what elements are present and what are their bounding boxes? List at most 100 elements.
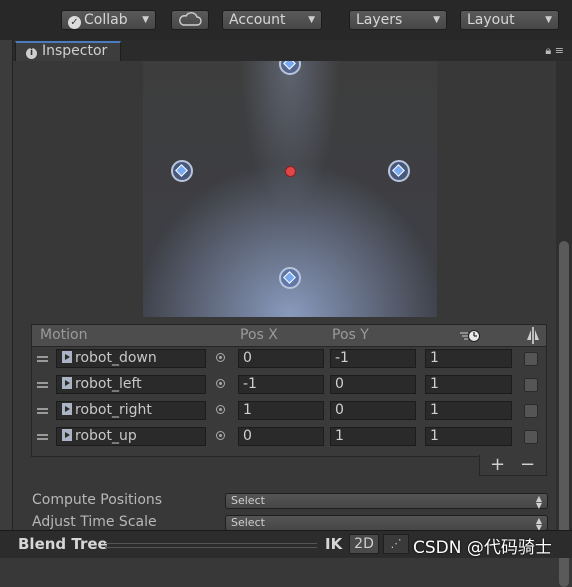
left-panel-edge [0,40,13,530]
list-add-remove: + − [479,455,547,476]
collab-label: Collab [84,12,128,28]
blend-tree-bottom-bar: Blend Tree IK 2D ⋰ CSDN @代码骑士 [0,530,572,558]
blend-node-right[interactable] [388,160,410,182]
compute-positions-label: Compute Positions [32,492,163,508]
updown-arrow-icon: ▲ ▼ [535,494,542,510]
pivot-icon: ⋰ [390,537,402,550]
blend-node-left[interactable] [171,160,193,182]
mirror-icon [526,327,540,344]
lock-icon[interactable]: 🔒︎ [545,44,551,57]
drag-handle-icon[interactable] [37,356,48,362]
pos-y-field[interactable]: 0 [330,401,416,420]
blend-node-down[interactable] [279,267,301,289]
dropdown-arrow-icon: ▼ [142,15,149,25]
account-dropdown[interactable]: Account ▼ [222,10,322,30]
pos-x-field[interactable]: 1 [238,401,324,420]
inspector-tab-bar: i Inspector 🔒︎ ≡ [13,40,572,61]
tab-inspector[interactable]: i Inspector [15,41,121,61]
pos-y-field[interactable]: 1 [330,427,416,446]
motion-name: robot_up [75,428,137,444]
layout-label: Layout [467,12,515,28]
motion-field[interactable]: robot_left [56,375,206,394]
header-pos-y: Pos Y [332,327,369,343]
account-label: Account [229,12,286,28]
watermark: CSDN @代码骑士 [413,538,552,558]
object-picker-icon[interactable] [216,405,225,414]
object-picker-icon[interactable] [216,431,225,440]
motion-field[interactable]: robot_up [56,427,206,446]
collab-dropdown[interactable]: ✓ Collab ▼ [61,10,156,30]
threshold-field[interactable]: 1 [425,349,512,368]
motion-list-header: Motion Pos X Pos Y [32,325,546,347]
diamond-icon [283,271,296,284]
pos-y-field[interactable]: -1 [330,349,416,368]
threshold-field[interactable]: 1 [425,427,512,446]
blend-influence-cone [240,61,340,211]
cloud-button[interactable] [171,10,209,30]
motion-list: Motion Pos X Pos Y robot_down 0 -1 1 rob… [31,324,547,457]
pos-y-field[interactable]: 0 [330,375,416,394]
diamond-icon [283,61,296,70]
table-row: robot_down 0 -1 1 [32,347,546,371]
table-row: robot_left -1 0 1 [32,373,546,397]
check-circle-icon: ✓ [68,16,81,29]
motion-field[interactable]: robot_right [56,401,206,420]
tab-menu[interactable]: 🔒︎ ≡ [545,44,564,58]
layout-dropdown[interactable]: Layout ▼ [460,10,559,30]
drag-handle-icon[interactable] [37,382,48,388]
mirror-checkbox[interactable] [524,352,538,366]
table-row: robot_right 1 0 1 [32,399,546,423]
2d-mode-toggle[interactable]: 2D [349,534,379,554]
animation-clip-icon [62,351,72,363]
animation-clip-icon [62,429,72,441]
drag-handle-icon[interactable] [37,434,48,440]
adjust-time-scale-value: Select [231,516,265,529]
mirror-checkbox[interactable] [524,378,538,392]
ik-toggle[interactable]: IK [325,535,342,553]
threshold-field[interactable]: 1 [425,401,512,420]
threshold-field[interactable]: 1 [425,375,512,394]
blend-space-graph[interactable] [143,61,437,317]
pos-x-field[interactable]: 0 [238,349,324,368]
object-picker-icon[interactable] [216,353,225,362]
remove-motion-button[interactable]: − [520,456,535,474]
blend-tree-title: Blend Tree [18,535,108,553]
motion-name: robot_right [75,402,152,418]
animation-clip-icon [62,403,72,415]
add-motion-button[interactable]: + [490,456,505,474]
info-icon: i [26,48,37,59]
dropdown-arrow-icon: ▼ [308,15,315,25]
layers-dropdown[interactable]: Layers ▼ [349,10,447,30]
threshold-clock-icon [459,328,481,343]
blend-parameter-dot[interactable] [285,166,296,177]
motion-name: robot_left [75,376,142,392]
layers-label: Layers [356,12,403,28]
dropdown-arrow-icon: ▼ [433,15,440,25]
table-row: robot_up 0 1 1 [32,425,546,449]
animation-clip-icon [62,377,72,389]
pos-x-field[interactable]: 0 [238,427,324,446]
pos-x-field[interactable]: -1 [238,375,324,394]
mirror-checkbox[interactable] [524,430,538,444]
header-pos-x: Pos X [240,327,278,343]
header-motion: Motion [40,327,88,343]
separator-line [105,543,317,548]
motion-field[interactable]: robot_down [56,349,206,368]
object-picker-icon[interactable] [216,379,225,388]
compute-positions-value: Select [231,494,265,507]
adjust-time-scale-label: Adjust Time Scale [32,514,157,530]
mirror-checkbox[interactable] [524,404,538,418]
tab-inspector-label: Inspector [42,43,108,59]
dropdown-arrow-icon: ▼ [545,15,552,25]
pivot-toggle[interactable]: ⋰ [383,534,409,554]
top-toolbar: ✓ Collab ▼ Account ▼ Layers ▼ Layout ▼ [0,0,572,40]
compute-positions-select[interactable]: Select ▲ ▼ [225,493,548,510]
menu-icon[interactable]: ≡ [555,44,564,57]
motion-name: robot_down [75,350,157,366]
cloud-icon [179,12,202,26]
adjust-time-scale-select[interactable]: Select ▲ ▼ [225,515,548,532]
drag-handle-icon[interactable] [37,408,48,414]
vertical-scrollbar[interactable] [556,61,572,587]
diamond-icon [392,164,405,177]
diamond-icon [175,164,188,177]
